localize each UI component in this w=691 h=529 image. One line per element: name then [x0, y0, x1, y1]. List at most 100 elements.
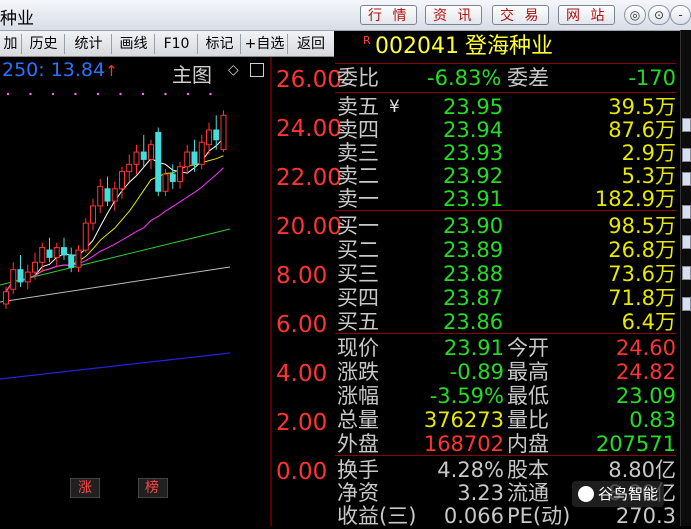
toolbar-f10[interactable]: F10: [156, 34, 198, 54]
marker-dot: [51, 92, 55, 96]
side-tab[interactable]: [682, 205, 691, 219]
window-title: 种业: [0, 9, 34, 29]
side-tab[interactable]: [682, 148, 691, 162]
candle-body: [75, 249, 82, 268]
ask-price: 23.91: [443, 187, 504, 211]
stat-row[interactable]: 现价 23.91 今开 24.60: [335, 335, 680, 361]
ask-row[interactable]: 卖一 23.91 182.9万: [335, 186, 680, 212]
candle-body: [133, 151, 140, 165]
stat-row[interactable]: 涨幅 -3.59% 最低 23.09: [335, 383, 680, 409]
bid-price: 23.86: [443, 310, 504, 334]
y-tick: 6.00: [276, 312, 328, 338]
stat-label-2: 今开: [507, 336, 549, 360]
quote-panel: R 002041 登海种业 委比 -6.83% 委差 -170 卖五 ¥23.95…: [335, 30, 680, 528]
toolbar-history[interactable]: 历史: [23, 34, 65, 54]
marker-dot: [186, 92, 190, 96]
r-mark: R: [363, 34, 371, 47]
y-tick: 26.00: [276, 67, 342, 93]
wechat-icon: [578, 486, 594, 502]
y-tick: 4.00: [276, 361, 328, 387]
minimize-icon[interactable]: -: [670, 5, 691, 25]
bid-row[interactable]: 买二 23.89 26.8万: [335, 237, 680, 263]
candle-body: [90, 205, 96, 224]
bid-label: 买五: [337, 310, 379, 334]
toolbar-stats[interactable]: 统计: [66, 34, 112, 54]
order-ratio-label: 委比: [337, 66, 379, 90]
side-tab[interactable]: [682, 172, 691, 186]
candle-body: [162, 173, 169, 192]
candle-body: [213, 129, 220, 141]
candle-body: [24, 271, 31, 283]
y-tick: 20.00: [276, 214, 342, 240]
bid-label: 买一: [337, 214, 379, 238]
toolbar-back[interactable]: 返回: [289, 34, 333, 54]
y-tick: 22.00: [276, 165, 342, 191]
limit-up-tag[interactable]: 涨: [78, 480, 92, 496]
y-tick: 2.00: [276, 410, 328, 436]
bid-price: 23.90: [443, 214, 504, 238]
fund-label-2: PE(动): [507, 504, 571, 528]
stat-value-2: 24.82: [615, 360, 676, 384]
ma-line-5: [5, 137, 224, 292]
candle-body: [220, 114, 227, 151]
side-tab[interactable]: [682, 235, 691, 249]
ask-label: 卖一: [337, 187, 379, 211]
y-tick: 0.00: [276, 459, 328, 485]
stock-header: R 002041 登海种业: [335, 34, 680, 60]
toolbar-add-watchlist[interactable]: +自选: [242, 34, 288, 54]
side-tab[interactable]: [682, 266, 691, 280]
marker-dot: [6, 92, 10, 96]
bid-volume: 73.6万: [608, 262, 676, 286]
stat-row[interactable]: 外盘 168702 内盘 207571: [335, 431, 680, 457]
bid-price: 23.89: [443, 238, 504, 262]
bid-label: 买二: [337, 238, 379, 262]
ranking-tag[interactable]: 榜: [145, 480, 159, 496]
candle-body: [97, 185, 104, 207]
bid-row[interactable]: 买一 23.90 98.5万: [335, 213, 680, 239]
stat-value-2: 23.09: [615, 384, 676, 408]
toolbar-draw-line[interactable]: 画线: [113, 34, 155, 54]
bid-row[interactable]: 买五 23.86 6.4万: [335, 309, 680, 335]
order-ratio-row: 委比 -6.83% 委差 -170: [335, 65, 680, 91]
ask-volume: 182.9万: [594, 187, 676, 211]
candle-body: [68, 254, 75, 268]
marker-dot: [74, 92, 77, 96]
stat-label-2: 内盘: [507, 432, 549, 456]
stat-label-2: 最高: [507, 360, 549, 384]
candle-body: [191, 151, 198, 165]
candle-body: [140, 151, 147, 160]
bid-row[interactable]: 买三 23.88 73.6万: [335, 261, 680, 287]
option-icon[interactable]: ◎: [624, 5, 646, 25]
restore-icon[interactable]: ⊙: [648, 5, 670, 25]
trade-button[interactable]: 交 易: [492, 5, 550, 25]
stat-value-2: 24.60: [615, 336, 676, 360]
side-tab[interactable]: [682, 118, 691, 132]
candle-body: [32, 261, 38, 273]
candle-body: [17, 269, 24, 283]
news-button[interactable]: 资 讯: [425, 5, 483, 25]
stat-row[interactable]: 总量 376273 量比 0.83: [335, 407, 680, 433]
candle-body: [198, 141, 205, 165]
toolbar-add[interactable]: 加: [0, 34, 22, 54]
side-tab[interactable]: [682, 297, 691, 311]
stock-name: 登海种业: [465, 34, 554, 59]
marker-dot: [164, 92, 167, 96]
website-button[interactable]: 网 站: [558, 5, 616, 25]
stat-label-2: 量比: [507, 408, 549, 432]
bid-label: 买三: [337, 262, 379, 286]
stat-row[interactable]: 涨跌 -0.89 最高 24.82: [335, 359, 680, 385]
bid-volume: 6.4万: [621, 310, 676, 334]
marker-dot: [141, 92, 145, 96]
candle-body: [10, 269, 17, 290]
candles: [3, 110, 227, 309]
candle-body: [61, 247, 67, 256]
candle-body: [39, 247, 46, 263]
toolbar-mark[interactable]: 标记: [199, 34, 241, 54]
bid-row[interactable]: 买四 23.87 71.8万: [335, 285, 680, 311]
stat-label: 现价: [337, 336, 379, 360]
candle-body: [177, 166, 183, 182]
stat-value: 23.91: [443, 336, 504, 360]
candle-body: [184, 151, 191, 168]
y-tick: 24.00: [276, 116, 342, 142]
market-button[interactable]: 行 情: [360, 5, 418, 25]
